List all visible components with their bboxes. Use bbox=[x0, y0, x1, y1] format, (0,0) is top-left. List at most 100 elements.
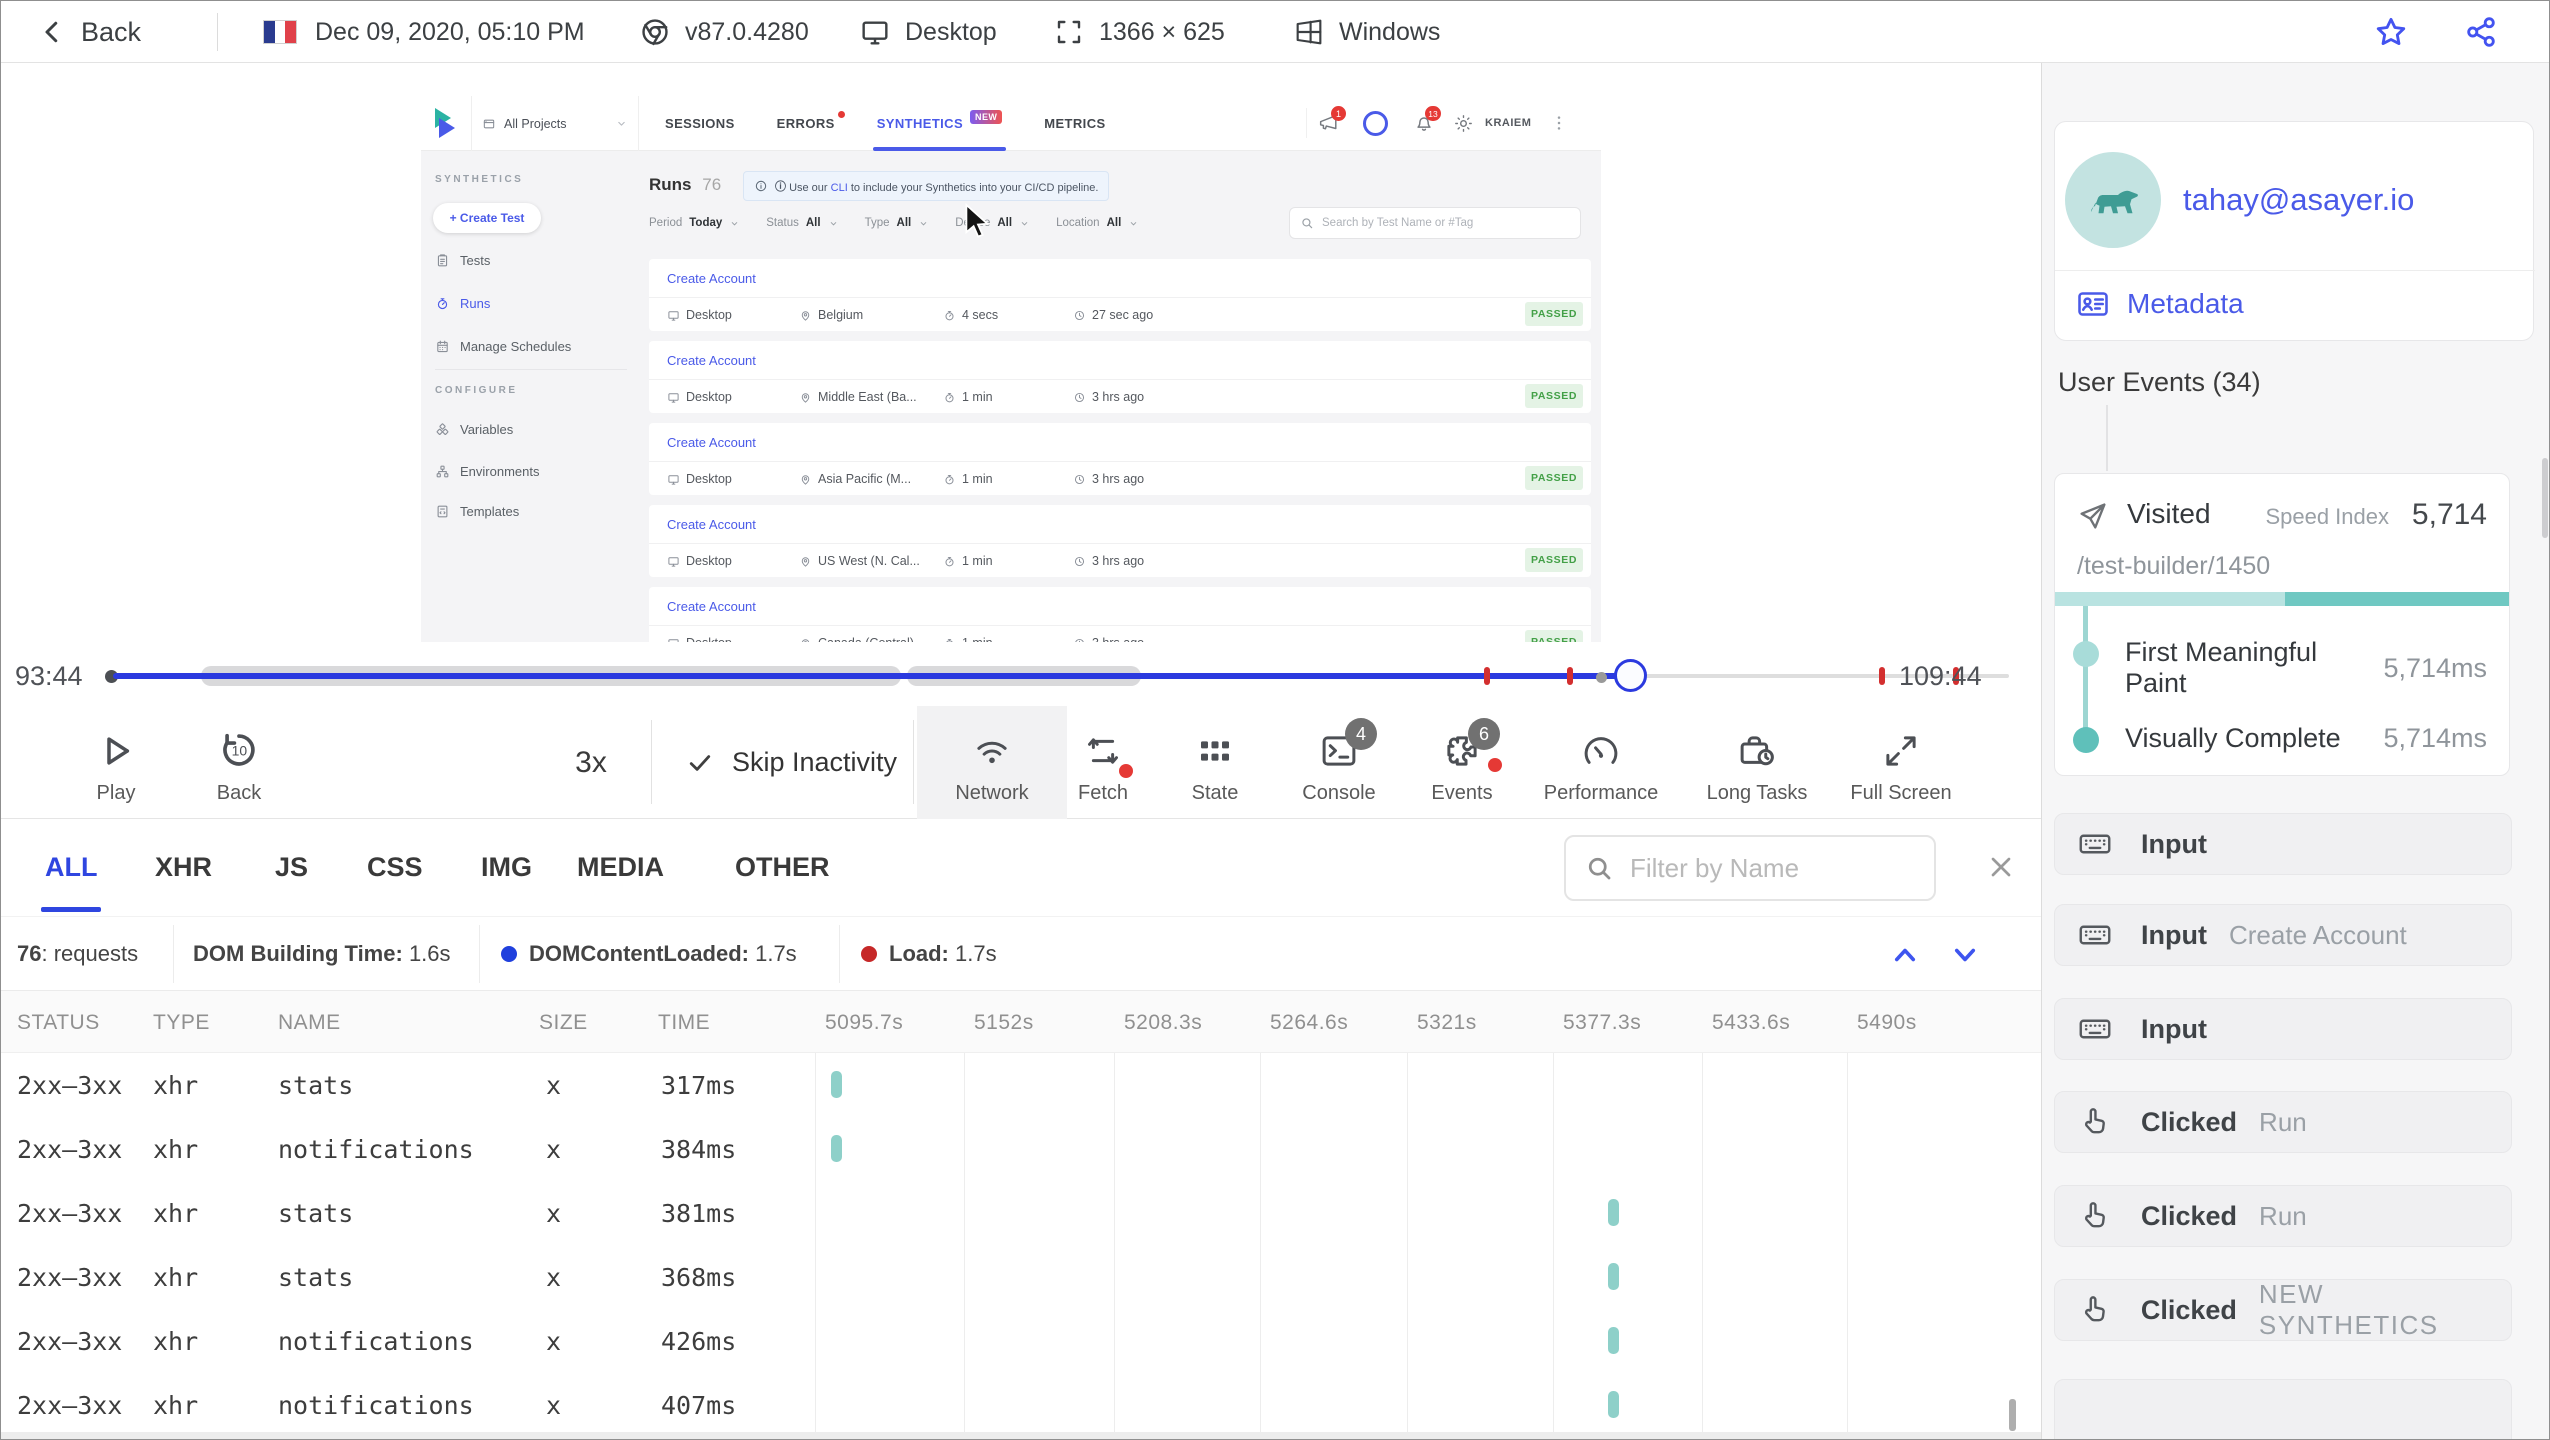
error-marker[interactable] bbox=[1484, 667, 1490, 685]
run-card: Create Account DesktopCanada (Central)1 m… bbox=[649, 587, 1591, 642]
row-cell: notifications bbox=[278, 1135, 474, 1164]
row-cell: 2xx–3xx bbox=[17, 1071, 123, 1100]
event-card-clicked[interactable]: Clicked NEW SYNTHETICS bbox=[2054, 1279, 2512, 1341]
runs-title: Runs 76 bbox=[649, 175, 722, 194]
run-location: Canada (Central) bbox=[799, 636, 943, 642]
row-cell: xhr bbox=[153, 1071, 199, 1100]
tool-long-tasks-button[interactable]: Long Tasks bbox=[1682, 706, 1832, 819]
row-cell: 2xx–3xx bbox=[17, 1263, 123, 1292]
star-icon bbox=[2373, 14, 2409, 50]
table-row[interactable]: 2xx–3xx xhr stats x 381ms bbox=[1, 1181, 2041, 1245]
net-tab-other[interactable]: OTHER bbox=[735, 819, 830, 916]
kebab-menu-icon bbox=[1549, 113, 1569, 133]
event-card-input[interactable]: Input Create Account bbox=[2054, 904, 2512, 966]
event-dot[interactable] bbox=[1596, 672, 1607, 683]
runs-search-input: Search by Test Name or #Tag bbox=[1289, 207, 1581, 239]
event-card-input[interactable]: Input bbox=[2054, 998, 2512, 1060]
net-tab-img[interactable]: IMG bbox=[481, 819, 532, 916]
net-tab-js[interactable]: JS bbox=[275, 819, 308, 916]
app-nav-tab-metrics: METRICS bbox=[1044, 116, 1106, 131]
speed-button[interactable]: 3x bbox=[553, 746, 629, 780]
time-column-header: 5321s bbox=[1417, 1011, 1477, 1034]
filter-by-name-input[interactable] bbox=[1628, 837, 1916, 899]
run-name: Create Account bbox=[667, 271, 756, 286]
divider bbox=[649, 379, 1591, 380]
table-row[interactable]: 2xx–3xx xhr stats x 317ms bbox=[1, 1053, 2041, 1117]
favorite-button[interactable] bbox=[2373, 1, 2409, 63]
row-cell: x bbox=[546, 1263, 562, 1292]
player-controls: Play 10 Back 3x Skip Inactivity Network F… bbox=[1, 706, 2041, 819]
app-logo-icon bbox=[435, 108, 455, 138]
jump-next-button[interactable] bbox=[1947, 937, 1983, 973]
waterfall-bar bbox=[1608, 1327, 1619, 1354]
project-selector-label: All Projects bbox=[504, 116, 567, 131]
event-card-clicked[interactable]: Clicked Run bbox=[2054, 1091, 2512, 1153]
id-card-icon bbox=[2075, 286, 2111, 322]
play-button[interactable]: Play bbox=[71, 706, 161, 819]
row-cell: 368ms bbox=[661, 1263, 737, 1292]
time-column-header: 5264.6s bbox=[1270, 1011, 1349, 1034]
table-row[interactable]: 2xx–3xx xhr stats x 368ms bbox=[1, 1245, 2041, 1309]
row-cell: x bbox=[546, 1199, 562, 1228]
mouse-cursor bbox=[965, 203, 990, 238]
playhead-handle[interactable] bbox=[1614, 659, 1647, 692]
table-row[interactable]: 2xx–3xx xhr notifications x 426ms bbox=[1, 1309, 2041, 1373]
tool-full-screen-button[interactable]: Full Screen bbox=[1826, 706, 1976, 819]
sidebar-section-label: CONFIGURE bbox=[435, 385, 518, 396]
tool-label: Full Screen bbox=[1850, 782, 1952, 804]
back-10s-button[interactable]: 10 Back bbox=[191, 706, 287, 819]
sidebar-item-runs: Runs bbox=[435, 291, 490, 315]
chevron-down-icon bbox=[1947, 937, 1983, 973]
column-header-type: TYPE bbox=[153, 1011, 210, 1034]
sidebar-item-variables: Variables bbox=[435, 417, 513, 441]
row-cell: xhr bbox=[153, 1391, 199, 1420]
column-header-size: SIZE bbox=[539, 1011, 588, 1034]
error-marker[interactable] bbox=[1567, 667, 1573, 685]
divider bbox=[649, 461, 1591, 462]
event-card-input[interactable]: Input bbox=[2054, 813, 2512, 875]
run-name: Create Account bbox=[667, 435, 756, 450]
net-tab-xhr[interactable]: XHR bbox=[155, 819, 212, 916]
event-card-partial[interactable] bbox=[2054, 1379, 2512, 1439]
visited-event-card[interactable]: Visited Speed Index 5,714 /test-builder/… bbox=[2054, 473, 2510, 776]
skip-inactivity-toggle[interactable]: Skip Inactivity bbox=[686, 706, 897, 819]
search-icon bbox=[1584, 853, 1614, 883]
metadata-button[interactable]: Metadata bbox=[2075, 286, 2244, 322]
run-card: Create Account Desktop Belgium 4 secs 27 sec… bbox=[649, 259, 1591, 331]
time-column-header: 5152s bbox=[974, 1011, 1034, 1034]
run-duration: 1 min bbox=[943, 636, 1073, 642]
vertical-scrollbar-thumb[interactable] bbox=[2009, 1399, 2016, 1431]
close-panel-button[interactable] bbox=[1985, 851, 2017, 883]
share-button[interactable] bbox=[2463, 1, 2499, 63]
jump-previous-button[interactable] bbox=[1887, 937, 1923, 973]
runs-filter-status: Status All bbox=[766, 217, 838, 229]
error-marker[interactable] bbox=[1879, 667, 1885, 685]
windows-icon bbox=[1293, 16, 1325, 48]
run-details: Desktop Middle East (Ba... 1 min 3 hrs ago bbox=[667, 385, 1144, 409]
event-card-clicked[interactable]: Clicked Run bbox=[2054, 1185, 2512, 1247]
divider bbox=[217, 13, 218, 51]
close-icon bbox=[1985, 851, 2017, 883]
net-tab-all[interactable]: ALL bbox=[41, 819, 102, 916]
row-cell: x bbox=[546, 1071, 562, 1100]
announcements-badge: 1 bbox=[1331, 106, 1346, 121]
waterfall-bar bbox=[1608, 1263, 1619, 1290]
net-tab-css[interactable]: CSS bbox=[367, 819, 423, 916]
tool-events-button[interactable]: Events 6 bbox=[1387, 706, 1537, 819]
divider bbox=[649, 543, 1591, 544]
expand-icon bbox=[1880, 730, 1922, 772]
tool-performance-button[interactable]: Performance bbox=[1526, 706, 1676, 819]
current-time: 93:44 bbox=[15, 661, 83, 691]
runs-filters: PeriodTodayStatusAllTypeAllDeviceAllLoca… bbox=[649, 212, 1139, 234]
navigation-icon bbox=[2077, 500, 2109, 532]
player-timeline[interactable]: 93:44 109:44 bbox=[1, 646, 2041, 706]
user-email-link[interactable]: tahay@asayer.io bbox=[2183, 182, 2414, 218]
dom-building-time: DOM Building Time: 1.6s bbox=[193, 941, 451, 966]
panel-scrollbar-thumb[interactable] bbox=[2542, 458, 2548, 538]
net-tab-media[interactable]: MEDIA bbox=[577, 819, 664, 916]
table-row[interactable]: 2xx–3xx xhr notifications x 407ms bbox=[1, 1373, 2041, 1437]
table-row[interactable]: 2xx–3xx xhr notifications x 384ms bbox=[1, 1117, 2041, 1181]
run-location: Belgium bbox=[799, 308, 943, 322]
horizontal-scrollbar[interactable] bbox=[1, 1432, 2041, 1439]
back-button[interactable]: Back bbox=[37, 1, 141, 63]
